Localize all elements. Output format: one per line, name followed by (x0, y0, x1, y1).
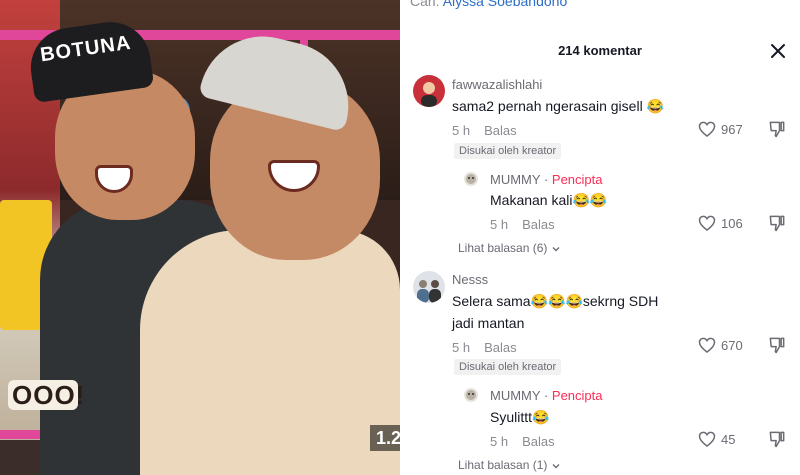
heart-icon (698, 431, 716, 448)
comment-meta: 5 h Balas (452, 123, 517, 138)
dislike-button[interactable] (767, 119, 787, 139)
reply-text: Syulittt😂 (490, 409, 550, 425)
playback-speed-badge[interactable]: 1.2 (370, 425, 400, 451)
video-overlay-text: OOO! (8, 380, 84, 410)
chevron-down-icon (552, 463, 560, 469)
reply-button[interactable]: Balas (522, 217, 555, 232)
view-replies-link[interactable]: Lihat balasan (1) (458, 458, 561, 472)
dislike-button[interactable] (767, 213, 787, 233)
view-replies-label: Lihat balasan (1) (458, 458, 548, 472)
person-right-body (140, 230, 400, 475)
search-caption-prefix: Cari: (410, 0, 440, 9)
like-count: 967 (721, 121, 743, 137)
reply-time: 5 h (490, 217, 509, 232)
like-button[interactable]: 670 (697, 335, 743, 355)
search-caption[interactable]: Cari: Alyssa Soebandono (410, 0, 567, 9)
like-count: 670 (721, 337, 743, 353)
view-replies-link[interactable]: Lihat balasan (6) (458, 241, 561, 255)
reply-meta: 5 h Balas (490, 217, 555, 232)
like-count: 45 (721, 431, 736, 447)
dislike-button[interactable] (767, 335, 787, 355)
comment-text: Selera sama😂😂😂sekrng SDH jadi mantan (452, 293, 659, 331)
reply-username-name[interactable]: MUMMY (490, 388, 540, 403)
comment-meta: 5 h Balas (452, 340, 517, 355)
close-icon (771, 44, 785, 58)
comment-count: 214 komentar (558, 43, 642, 58)
dislike-icon (769, 121, 785, 138)
reply-time: 5 h (490, 434, 509, 449)
avatar-person-icon (421, 82, 437, 107)
reply-button[interactable]: Balas (522, 434, 555, 449)
comment-text: sama2 pernah ngerasain gisell 😂 (452, 98, 664, 114)
avatar[interactable] (413, 75, 445, 107)
dislike-icon (769, 337, 785, 354)
dislike-icon (769, 215, 785, 232)
like-button[interactable]: 106 (697, 213, 743, 233)
reply-username-name[interactable]: MUMMY (490, 172, 540, 187)
creator-label: Pencipta (551, 172, 603, 187)
creator-label: Pencipta (551, 388, 603, 403)
reply-avatar[interactable] (464, 388, 478, 402)
comment-username[interactable]: fawwazalishlahi (452, 77, 542, 92)
avatar[interactable] (413, 271, 445, 303)
close-button[interactable] (767, 40, 789, 62)
chevron-down-icon (552, 246, 560, 252)
like-count: 106 (721, 215, 743, 231)
reply-username-separator: · (543, 172, 549, 187)
reply-text: Makanan kali😂😂 (490, 192, 608, 208)
avatar-face-icon (466, 390, 476, 400)
search-caption-query[interactable]: Alyssa Soebandono (443, 0, 568, 9)
dislike-icon (769, 431, 785, 448)
reply-username[interactable]: MUMMY · Pencipta (490, 388, 603, 403)
heart-icon (698, 121, 716, 138)
reply-username[interactable]: MUMMY · Pencipta (490, 172, 603, 187)
dislike-button[interactable] (767, 429, 787, 449)
like-button[interactable]: 967 (697, 119, 743, 139)
heart-icon (698, 215, 716, 232)
avatar-face-icon (466, 174, 476, 184)
reply-username-separator: · (543, 388, 549, 403)
liked-by-creator-badge: Disukai oleh kreator (454, 359, 562, 375)
like-button[interactable]: 45 (697, 429, 735, 449)
comment-username[interactable]: Nesss (452, 272, 488, 287)
reply-meta: 5 h Balas (490, 434, 555, 449)
view-replies-label: Lihat balasan (6) (458, 241, 548, 255)
heart-icon (698, 337, 716, 354)
reply-avatar[interactable] (464, 172, 478, 186)
reply-button[interactable]: Balas (484, 340, 517, 355)
liked-by-creator-badge: Disukai oleh kreator (454, 143, 562, 159)
reply-button[interactable]: Balas (484, 123, 517, 138)
comment-time: 5 h (452, 123, 471, 138)
comment-time: 5 h (452, 340, 471, 355)
video-player[interactable]: BOTUNA OOO! 1.2 (0, 0, 400, 475)
comments-panel: Cari: Alyssa Soebandono 214 komentar faw… (400, 0, 800, 475)
avatar-group-icon (417, 280, 441, 303)
